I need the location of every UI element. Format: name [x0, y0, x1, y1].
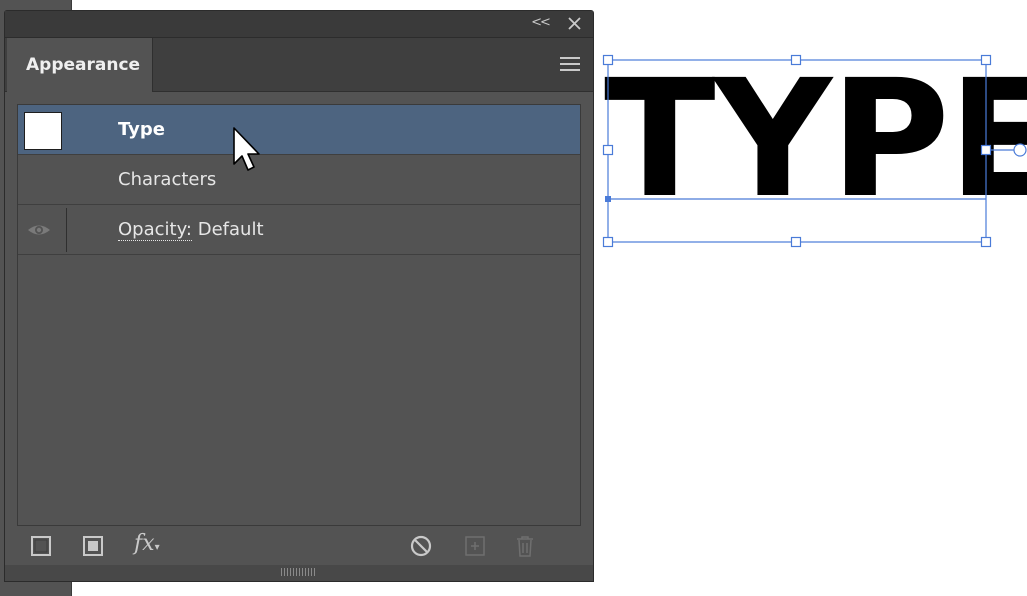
mouse-pointer-icon [232, 126, 264, 178]
selection-bounding-box[interactable] [0, 0, 1027, 596]
